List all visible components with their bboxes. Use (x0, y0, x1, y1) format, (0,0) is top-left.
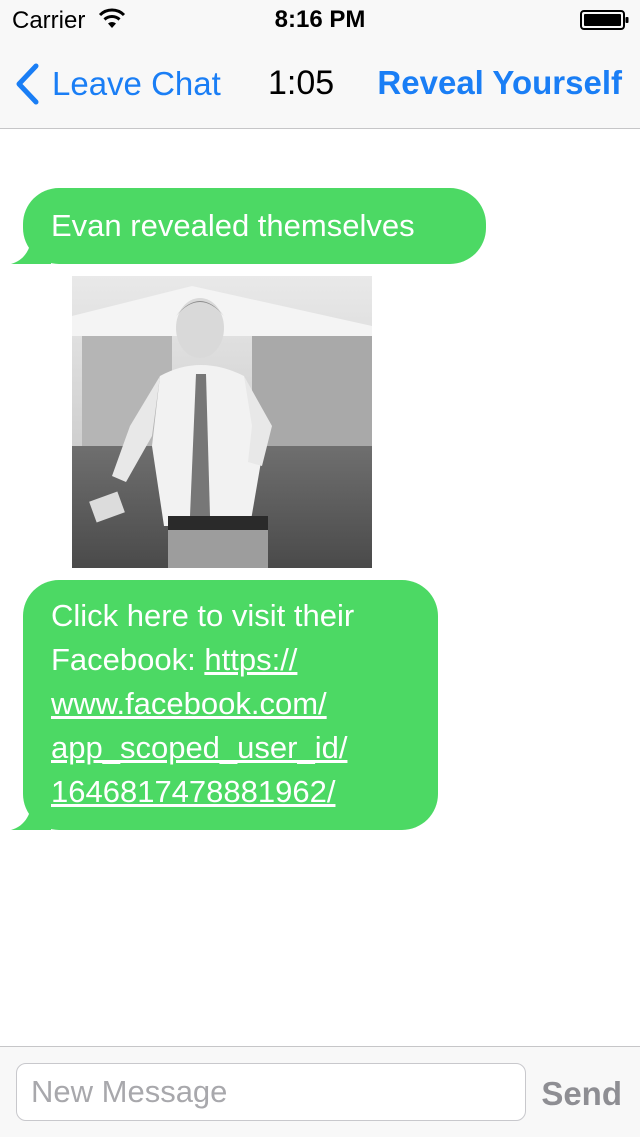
reveal-yourself-button[interactable]: Reveal Yourself (377, 64, 622, 102)
facebook-link[interactable]: www.facebook.com/ (51, 686, 327, 721)
send-button[interactable]: Send (541, 1075, 622, 1113)
message-text: Click here to visit their Facebook: http… (51, 594, 410, 814)
facebook-link[interactable]: app_scoped_user_id/ (51, 730, 347, 765)
leave-chat-label: Leave Chat (52, 65, 221, 102)
message-bubble: Click here to visit their Facebook: http… (11, 580, 438, 830)
bubble-tail (11, 224, 51, 264)
battery-icon (580, 10, 629, 30)
photo-image (72, 276, 372, 568)
nav-bar: Leave Chat 1:05 Reveal Yourself (0, 40, 640, 129)
leave-chat-button[interactable]: Leave Chat (14, 62, 221, 106)
message-text: Evan revealed themselves (51, 208, 415, 243)
message-line: Click here to visit their (51, 598, 355, 633)
new-message-input[interactable] (16, 1063, 526, 1121)
status-bar: Carrier 8:16 PM (0, 0, 640, 40)
facebook-link[interactable]: 1646817478881962/ (51, 774, 335, 809)
bubble-tail (11, 790, 51, 830)
composer-bar: Send (0, 1046, 640, 1137)
message-bubble: Evan revealed themselves (11, 188, 486, 264)
message-line-prefix: Facebook: (51, 642, 205, 677)
chevron-left-icon (16, 63, 39, 105)
revealed-photo[interactable] (72, 276, 372, 568)
message-line: Facebook: https:// (51, 638, 410, 682)
facebook-link[interactable]: https:// (204, 642, 297, 677)
status-time: 8:16 PM (274, 6, 366, 33)
chat-timer: 1:05 (268, 64, 335, 102)
